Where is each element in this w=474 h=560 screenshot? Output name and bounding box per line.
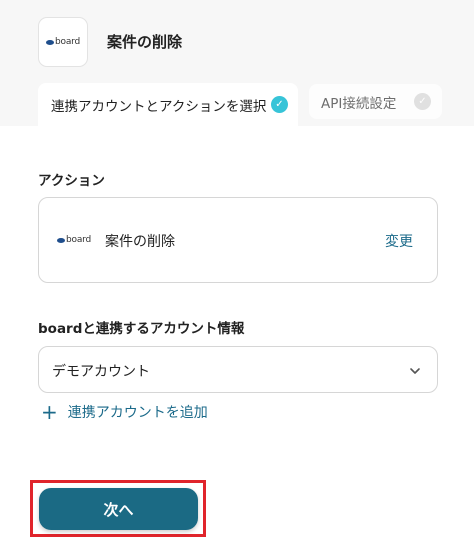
action-card: board 案件の削除 変更	[38, 197, 438, 283]
change-action-link[interactable]: 変更	[385, 231, 413, 251]
tab-api-settings[interactable]: API接続設定 ✓	[309, 84, 442, 119]
plus-icon: +	[41, 400, 58, 424]
action-section-label: アクション	[38, 173, 105, 189]
board-logo-icon: board	[57, 235, 91, 245]
account-section-label: boardと連携するアカウント情報	[38, 321, 245, 337]
tab-label: 連携アカウントとアクションを選択	[51, 98, 267, 115]
selected-account: デモアカウント	[52, 364, 150, 380]
board-logo-icon: board	[46, 37, 80, 47]
app-logo: board	[38, 17, 88, 67]
next-button[interactable]: 次へ	[39, 488, 198, 530]
account-select[interactable]: デモアカウント	[38, 346, 438, 393]
action-name: 案件の削除	[105, 234, 175, 250]
add-account-label: 連携アカウントを追加	[67, 405, 208, 421]
check-icon: ✓	[271, 96, 288, 113]
check-icon: ✓	[414, 93, 431, 110]
tab-select-account-action[interactable]: 連携アカウントとアクションを選択 ✓	[38, 83, 298, 126]
tab-label: API接続設定	[321, 95, 397, 112]
add-account-link[interactable]: + 連携アカウントを追加	[41, 402, 208, 422]
header-area: board 案件の削除 連携アカウントとアクションを選択 ✓ API接続設定 ✓	[0, 0, 474, 126]
chevron-down-icon	[410, 368, 420, 374]
page-title: 案件の削除	[107, 33, 183, 51]
